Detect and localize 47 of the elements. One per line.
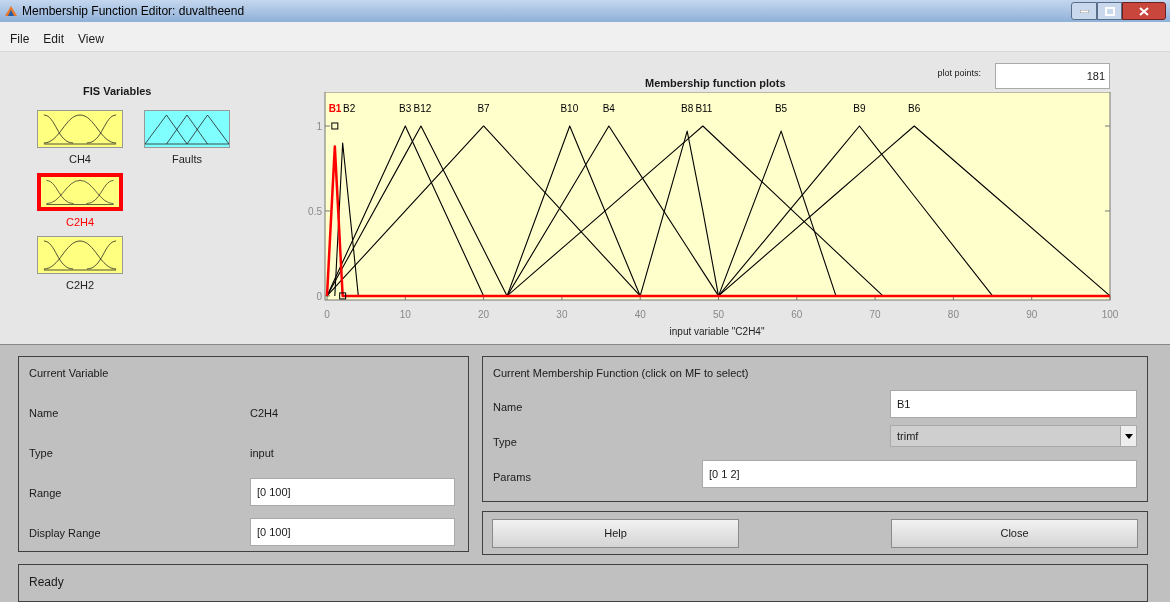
tick-label: 80: [947, 309, 959, 320]
curve-label: B2: [343, 103, 356, 114]
curve-label: B7: [477, 103, 490, 114]
tick-label: 60: [791, 309, 803, 320]
field-label: Params: [493, 470, 532, 485]
tick-label: 90: [1026, 309, 1038, 320]
curve-label: B12: [413, 103, 432, 114]
tick-label: 30: [556, 309, 568, 320]
status-text: Ready: [29, 575, 64, 589]
curve-label: B11: [695, 103, 713, 114]
window-title: Membership Function Editor: duvaltheend: [22, 3, 245, 20]
value-text: input: [250, 446, 274, 461]
curve-label: B3: [399, 103, 412, 114]
field-label: Display Range: [29, 526, 102, 541]
tick-label: 70: [869, 309, 881, 320]
field-label: Name: [493, 400, 524, 415]
curve-label: B9: [853, 103, 866, 114]
field-label: Name: [29, 406, 60, 421]
tick-label: 0: [316, 290, 322, 302]
panel-title: Current Membership Function (click on MF to select): [493, 366, 750, 381]
plot-points-label: plot points:: [937, 67, 981, 80]
field-label: Range: [29, 486, 63, 501]
value-text: C2H4: [250, 406, 279, 421]
variable-label: CH4: [69, 152, 91, 167]
tick-label: 40: [634, 309, 646, 320]
curve-label: B1: [328, 103, 342, 114]
variable-label: C2H4: [65, 215, 95, 230]
variable-label: C2H2: [65, 278, 95, 293]
tick-label: 1: [316, 121, 322, 132]
curve-label: B4: [602, 103, 615, 114]
panel-title: Current Variable: [29, 366, 110, 381]
axis-title: input variable "C2H4": [669, 326, 765, 337]
plot-title: Membership function plots: [645, 76, 786, 91]
tick-label: 100: [1101, 309, 1119, 320]
tick-label: 50: [712, 309, 725, 320]
curve-label: B8: [681, 103, 694, 114]
curve-label: B10: [560, 103, 579, 114]
tick-label: 0.5: [308, 205, 322, 217]
curve-label: B6: [908, 103, 921, 114]
tick-label: 0: [324, 309, 330, 320]
field-label: Type: [29, 446, 54, 461]
panel-title: FIS Variables: [83, 84, 152, 99]
tick-label: 10: [399, 309, 411, 320]
tick-label: 20: [478, 309, 490, 320]
field-label: Type: [493, 435, 518, 450]
curve-label: B5: [774, 103, 788, 114]
variable-label: Faults: [172, 152, 202, 167]
